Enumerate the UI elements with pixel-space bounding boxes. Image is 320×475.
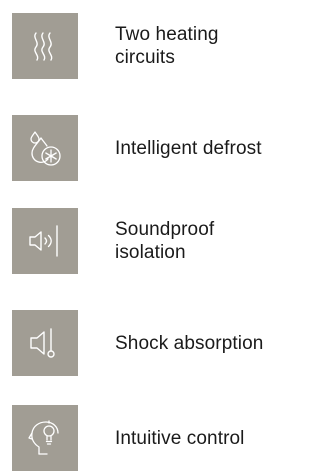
feature-label: Intelligent defrost <box>115 137 262 159</box>
soundproof-icon <box>29 225 58 257</box>
feature-label: Two heating circuits <box>115 24 219 68</box>
heating-circuits-icon <box>34 32 53 61</box>
feature-item-intuitive-control: Intuitive control <box>12 404 312 472</box>
defrost-icon <box>30 131 61 166</box>
feature-tile <box>12 208 78 274</box>
feature-item-soundproof: Soundproof isolation <box>12 207 312 275</box>
feature-item-heating-circuits: Two heating circuits <box>12 12 312 80</box>
feature-tile <box>12 405 78 471</box>
feature-tile <box>12 310 78 376</box>
feature-label: Intuitive control <box>115 427 245 449</box>
intuitive-control-icon <box>28 420 59 455</box>
feature-tile <box>12 115 78 181</box>
feature-label: Shock absorption <box>115 332 264 354</box>
feature-tile <box>12 13 78 79</box>
feature-label: Soundproof isolation <box>115 219 215 263</box>
feature-item-defrost: Intelligent defrost <box>12 114 312 182</box>
feature-item-shock-absorption: Shock absorption <box>12 309 312 377</box>
shock-absorption-icon <box>30 328 55 358</box>
